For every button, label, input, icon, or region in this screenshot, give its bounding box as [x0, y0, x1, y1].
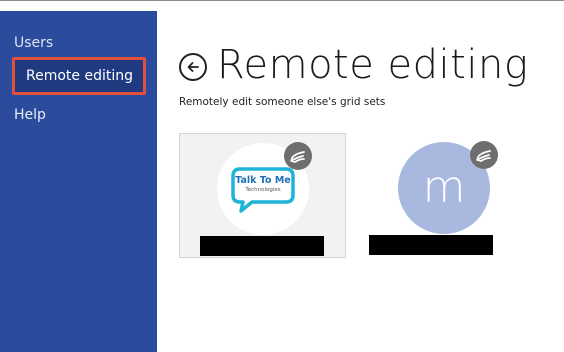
page-subtitle: Remotely edit someone else's grid sets: [179, 96, 386, 108]
redacted-name: [200, 236, 324, 256]
user-card[interactable]: m: [361, 133, 528, 258]
user-card[interactable]: Talk To Me Technologies: [179, 133, 346, 258]
title-row: Remote editing: [179, 41, 528, 89]
logo-subtext: Technologies: [245, 187, 281, 193]
redacted-name: [369, 235, 493, 255]
sidebar-item-help[interactable]: Help: [14, 106, 46, 124]
sidebar-item-remote-editing[interactable]: Remote editing: [12, 57, 146, 95]
main-content: Remote editing Remotely edit someone els…: [157, 11, 564, 352]
back-button[interactable]: [179, 53, 207, 81]
app-window: Users Remote editing Help Remote editing…: [0, 0, 564, 352]
page-title: Remote editing: [217, 42, 529, 88]
logo-text: Talk To Me: [235, 175, 291, 186]
sidebar-item-users[interactable]: Users: [14, 34, 53, 52]
remote-hand-icon: [284, 142, 312, 170]
arrow-left-icon: [187, 62, 199, 72]
sidebar: Users Remote editing Help: [0, 11, 157, 352]
remote-hand-icon: [470, 141, 498, 169]
